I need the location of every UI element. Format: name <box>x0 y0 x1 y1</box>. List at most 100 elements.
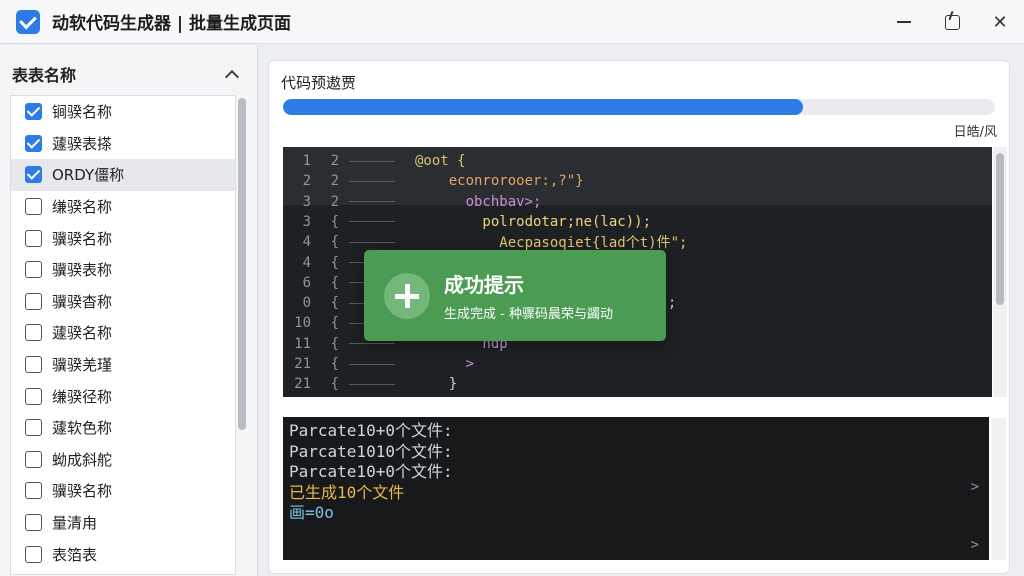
table-list-title: 表表名称 <box>12 66 77 85</box>
fold-marker: { <box>330 234 339 251</box>
line-number: 11 <box>294 335 311 352</box>
indent-guide <box>349 383 395 385</box>
table-checkbox[interactable] <box>25 356 42 374</box>
restore-icon <box>944 14 960 30</box>
table-name-label: 骥骙杳称 <box>52 292 113 311</box>
table-name-label: 缣骙名称 <box>52 198 113 217</box>
table-list-item[interactable]: 表箔表 <box>11 538 235 570</box>
table-list-item[interactable]: 急濡表 <box>11 570 235 574</box>
plus-icon <box>384 272 430 319</box>
fold-marker: { <box>330 254 339 271</box>
indent-guide <box>349 363 395 365</box>
table-checkbox[interactable] <box>25 134 42 152</box>
table-list-item[interactable]: 锏骙名称 <box>11 96 235 128</box>
chevron-right-icon[interactable]: > <box>971 479 979 495</box>
table-checkbox[interactable] <box>25 419 42 437</box>
success-toast[interactable]: 成功提示 生成完成 - 种骤码晨荣与蠲动 <box>364 250 666 341</box>
line-number: 6 <box>302 274 311 291</box>
table-name-label: 锏骙名称 <box>52 103 113 122</box>
table-checkbox[interactable] <box>25 514 42 532</box>
code-line: 1 2 @oot { <box>283 151 466 171</box>
code-text: econrorooer:,?"} <box>415 173 584 190</box>
line-number: 2 <box>302 173 311 190</box>
line-number: 10 <box>294 315 311 332</box>
close-button[interactable]: ✕ <box>976 0 1024 44</box>
table-list-scrollbar[interactable] <box>238 98 246 430</box>
code-text: polrodotar;ne(lac)); <box>415 213 652 230</box>
table-name-label: 表箔表 <box>52 545 98 564</box>
console-line: Parcate10+0个文件: <box>289 462 453 481</box>
table-name-label: 缣骙径称 <box>52 387 113 406</box>
code-line: 3 { polrodotar;ne(lac)); <box>283 212 651 232</box>
indent-guide <box>349 221 395 223</box>
table-checkbox[interactable] <box>25 482 42 500</box>
title-bar: 动软代码生成器 | 批量生成页面 ✕ <box>0 0 1024 44</box>
table-checkbox[interactable] <box>25 229 42 247</box>
minimize-icon <box>897 21 911 23</box>
indent-guide <box>349 201 395 203</box>
line-number: 1 <box>302 153 311 169</box>
table-list-item[interactable]: 蚴成斜舵 <box>11 444 235 476</box>
code-line: 21 { > <box>283 354 474 374</box>
table-checkbox[interactable] <box>25 103 42 121</box>
table-checkbox[interactable] <box>25 545 42 563</box>
output-console[interactable]: > > Parcate10+0个文件: Parcate1010个文件: Parcat… <box>283 417 989 560</box>
table-name-label: 蘧骙表搽 <box>52 134 113 153</box>
table-list: 锏骙名称 蘧骙表搽 ORDY僵称 缣骙名称 骥骙名称 骥骙表称 骥骙杳称 蘧骙名称 骥骙羌瑾 缣骙… <box>10 95 236 575</box>
line-number: 21 <box>294 356 311 372</box>
table-checkbox[interactable] <box>25 261 42 279</box>
code-preview-title: 代码预遨贾 <box>281 74 357 92</box>
table-list-item[interactable]: 蘧骙名称 <box>11 317 235 349</box>
fold-marker: { <box>330 315 339 332</box>
fold-marker: { <box>330 295 339 312</box>
table-name-label: 骥骙表称 <box>52 261 113 280</box>
console-scrollbar[interactable] <box>992 418 1006 560</box>
fold-marker: 2 <box>330 193 339 210</box>
table-name-label: 量清甪 <box>52 514 98 533</box>
fold-marker: 2 <box>330 173 339 190</box>
table-name-label: 蘧骙名称 <box>52 324 113 343</box>
chevron-right-icon[interactable]: > <box>971 537 979 553</box>
table-list-item[interactable]: ORDY僵称 <box>11 159 235 191</box>
fold-marker: 2 <box>330 153 339 169</box>
indent-guide <box>349 160 395 162</box>
table-checkbox[interactable] <box>25 324 42 342</box>
table-name-label: 骥骙名称 <box>52 229 113 248</box>
code-scrollbar-thumb[interactable] <box>996 153 1004 305</box>
table-list-item[interactable]: 缣骙名称 <box>11 191 235 223</box>
minimize-button[interactable] <box>880 0 928 44</box>
table-list-item[interactable]: 骥骙杳称 <box>11 286 235 318</box>
fold-marker: { <box>330 274 339 291</box>
restore-button[interactable] <box>928 0 976 44</box>
table-checkbox[interactable] <box>25 450 42 468</box>
table-checkbox[interactable] <box>25 387 42 405</box>
indent-guide <box>349 241 395 243</box>
console-line: Parcate10+0个文件: <box>289 421 453 440</box>
table-list-item[interactable]: 蘧软色称 <box>11 412 235 444</box>
table-list-item[interactable]: 蘧骙表搽 <box>11 128 235 160</box>
fold-marker: { <box>330 356 339 372</box>
table-name-label: 骥骙羌瑾 <box>52 356 113 375</box>
table-list-item[interactable]: 骥骙表称 <box>11 254 235 286</box>
table-list-item[interactable]: 骥骙名称 <box>11 475 235 507</box>
table-checkbox[interactable] <box>25 198 42 216</box>
table-checkbox[interactable] <box>25 292 42 310</box>
table-list-item[interactable]: 缣骙径称 <box>11 380 235 412</box>
table-list-item[interactable]: 量清甪 <box>11 507 235 539</box>
progress-label: 日皓/风 <box>953 125 997 140</box>
table-list-panel: 表表名称 锏骙名称 蘧骙表搽 ORDY僵称 缣骙名称 骥骙名称 骥骙表称 骥骙杳称 蘧骙名称骥… <box>0 45 258 576</box>
line-number: 21 <box>294 376 311 393</box>
table-list-item[interactable]: 骥骙名称 <box>11 222 235 254</box>
progress-fill <box>283 99 803 115</box>
console-line: 画=0o <box>289 503 334 522</box>
table-list-item[interactable]: 骥骙羌瑾 <box>11 349 235 381</box>
toast-message: 生成完成 - 种骤码晨荣与蠲动 <box>444 307 613 322</box>
table-checkbox[interactable] <box>25 166 42 184</box>
line-number: 4 <box>302 234 311 251</box>
indent-guide <box>349 180 395 182</box>
chevron-up-icon[interactable] <box>224 69 240 85</box>
close-icon: ✕ <box>992 11 1008 33</box>
table-name-label: 蚴成斜舵 <box>52 450 113 469</box>
console-line: Parcate1010个文件: <box>289 441 453 461</box>
fold-marker: { <box>330 213 339 230</box>
